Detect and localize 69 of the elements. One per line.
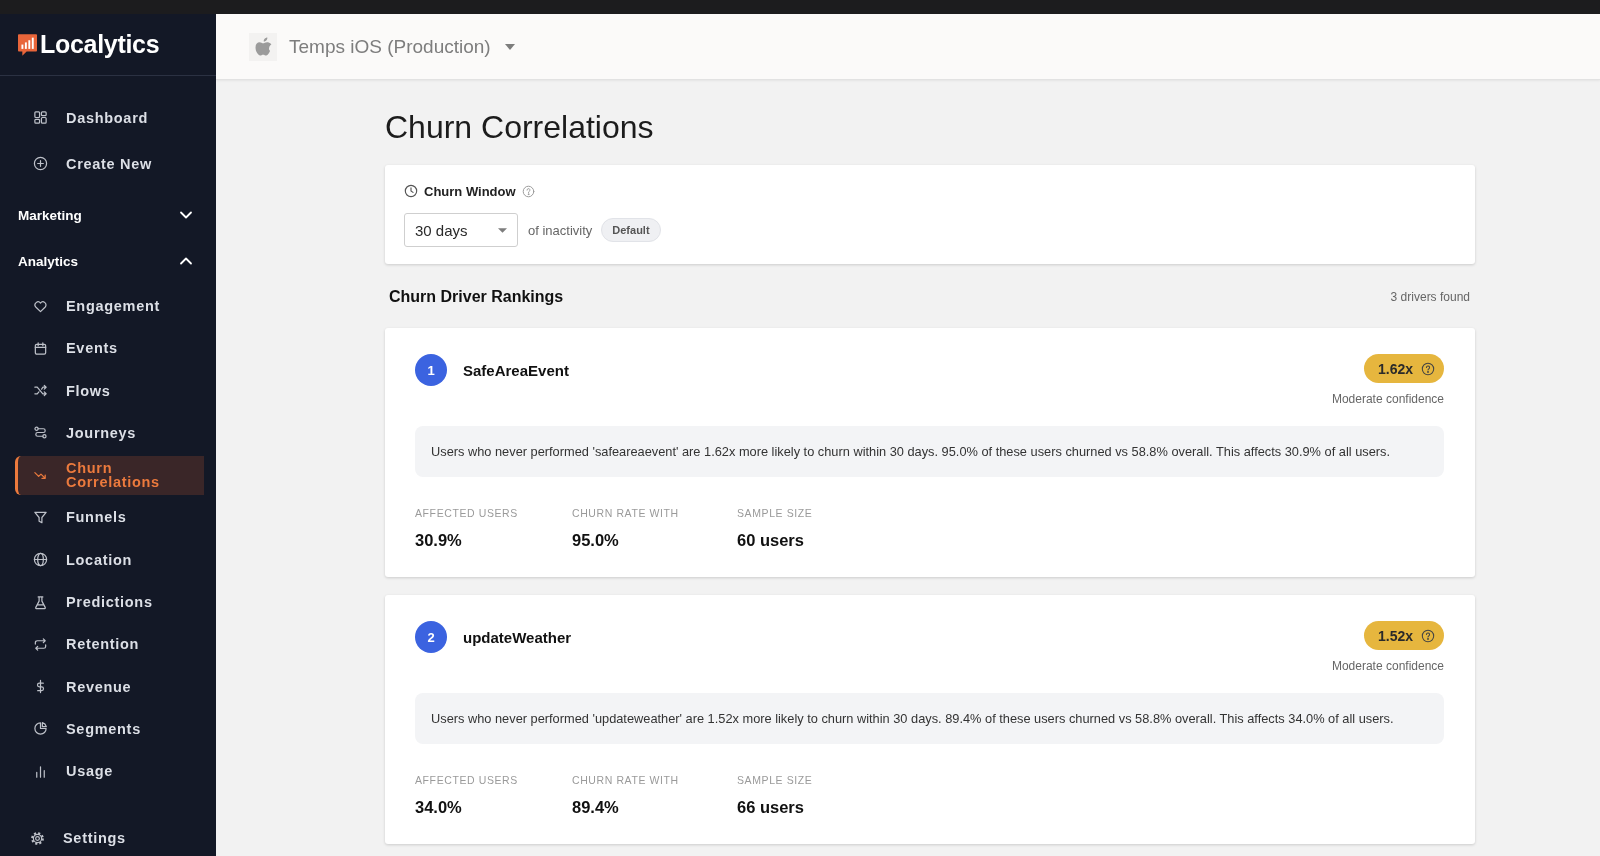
heart-icon [33, 298, 48, 314]
section-title: Churn Driver Rankings [389, 288, 564, 306]
clock-icon [404, 184, 418, 198]
multiplier-value: 1.62x [1377, 360, 1413, 377]
sidebar-item[interactable]: Predictions [15, 582, 204, 622]
churn-window-label: Churn Window [424, 183, 516, 199]
app-selector[interactable]: Temps iOS (Production) [249, 32, 515, 61]
repeat-icon [33, 636, 48, 652]
stat-label: CHURN RATE WITH [572, 773, 679, 787]
sidebar-item[interactable]: Flows [15, 371, 204, 411]
sidebar-item[interactable]: Settings [12, 820, 204, 856]
driver-description: Users who never performed 'safeareaevent' are 1.62x more likely to churn within 30 days. 95.0% of these users churned vs 58.8% overall. This affects 30.9% of all users. [415, 426, 1444, 477]
rank-number: 2 [415, 621, 447, 653]
stat-label: SAMPLE SIZE [737, 773, 813, 787]
stat-label: SAMPLE SIZE [737, 506, 813, 520]
sidebar-item[interactable]: Usage [15, 751, 204, 791]
route-icon [33, 425, 48, 441]
caret-down-icon [498, 227, 507, 233]
bar-chart-icon [33, 763, 48, 779]
stat-value: 30.9% [415, 530, 462, 550]
help-icon[interactable] [1421, 361, 1435, 376]
stat-label: AFFECTED USERS [415, 773, 518, 787]
sidebar-item[interactable]: Events [15, 328, 204, 368]
sidebar-item[interactable]: Engagement [15, 286, 204, 326]
confidence-label: Moderate confidence [1331, 658, 1444, 674]
multiplier-value: 1.52x [1377, 627, 1413, 644]
flask-icon [33, 594, 48, 610]
calendar-icon [33, 340, 48, 356]
default-tag: Default [601, 218, 661, 242]
sidebar-item[interactable]: Create New [15, 144, 204, 183]
help-icon[interactable] [1421, 628, 1435, 643]
gear-icon [30, 830, 45, 846]
sidebar-item[interactable]: Journeys [15, 413, 204, 453]
stat-value: 66 users [737, 797, 804, 817]
stat-label: CHURN RATE WITH [572, 506, 679, 520]
sidebar-item[interactable]: Revenue [15, 667, 204, 707]
stat-value: 89.4% [572, 797, 619, 817]
globe-icon [33, 552, 48, 568]
logo-icon [18, 33, 37, 56]
sidebar-item[interactable]: Churn Correlations [15, 455, 204, 495]
pie-chart-icon [33, 721, 48, 737]
driver-name: SafeAreaEvent [463, 361, 569, 379]
sidebar-item[interactable]: Location [15, 540, 204, 580]
stat-value: 34.0% [415, 797, 462, 817]
logo-text: Localytics [40, 30, 160, 59]
stat-value: 95.0% [572, 530, 619, 550]
caret-down-icon [504, 43, 515, 50]
churn-window-select[interactable]: 30 days [404, 213, 518, 247]
apple-icon [249, 32, 277, 61]
stat-value: 60 users [737, 530, 804, 550]
inactivity-label: of inactivity [528, 222, 593, 238]
stat-label: AFFECTED USERS [415, 506, 518, 520]
page-title: Churn Correlations [385, 108, 655, 147]
grid-icon [33, 110, 48, 125]
rank-number: 1 [415, 354, 447, 386]
sidebar-item[interactable]: Segments [15, 709, 204, 749]
driver-name: updateWeather [463, 628, 572, 646]
drivers-count: 3 drivers found [1390, 290, 1470, 304]
driver-description: Users who never performed 'updateweather' are 1.52x more likely to churn within 30 days. 89.4% of these users churned vs 58.8% overall. This affects 34.0% of all users. [415, 693, 1444, 744]
confidence-label: Moderate confidence [1331, 391, 1444, 407]
sidebar-item[interactable]: Funnels [15, 498, 204, 537]
section-header[interactable]: Marketing [3, 195, 204, 235]
plus-circle-icon [33, 156, 48, 171]
help-icon[interactable] [521, 184, 535, 198]
sidebar-item[interactable]: Retention [15, 624, 204, 664]
section-header[interactable]: Analytics [3, 241, 204, 281]
funnel-icon [33, 510, 48, 525]
sidebar-item[interactable]: Dashboard [15, 98, 204, 137]
shuffle-icon [33, 383, 48, 399]
